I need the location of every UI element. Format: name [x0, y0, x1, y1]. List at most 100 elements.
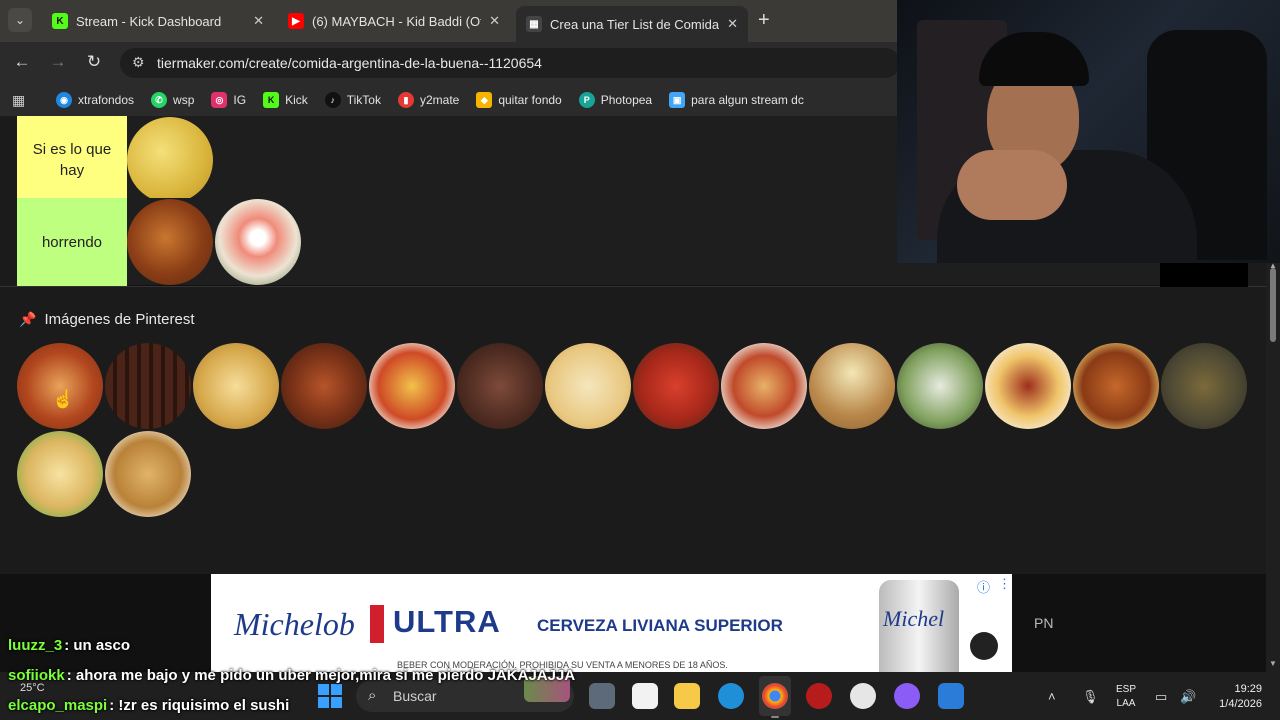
webcam-strip — [1160, 263, 1248, 287]
scrollbar-thumb[interactable] — [1270, 268, 1276, 342]
scroll-down-icon[interactable]: ▼ — [1269, 659, 1277, 668]
chrome-icon[interactable] — [762, 683, 788, 709]
media-player-icon[interactable] — [894, 683, 920, 709]
screen: ⌄ K Stream - Kick Dashboard ✕ ▶ (6) MAYB… — [0, 0, 1280, 720]
bookmark-photopea[interactable]: P Photopea — [578, 92, 653, 108]
search-placeholder: Buscar — [393, 688, 437, 704]
microphone-icon[interactable]: 🎙 — [1082, 689, 1099, 705]
food-fugazza[interactable] — [897, 343, 983, 429]
pushpin-icon: 📌 — [19, 311, 37, 327]
address-bar[interactable]: ⚙ tiermaker.com/create/comida-argentina-… — [120, 48, 900, 78]
ad-container: Michelob ULTRA CERVEZA LIVIANA SUPERIOR … — [0, 574, 1266, 672]
food-rabas[interactable] — [105, 431, 191, 517]
chat-message: elcapo_maspi: !zr es riquisimo el sushi — [8, 697, 289, 714]
bookmark-kick[interactable]: K Kick — [263, 92, 308, 108]
bookmark-label: Photopea — [600, 93, 653, 107]
tier-items — [127, 198, 303, 286]
kick-icon: K — [52, 13, 68, 29]
tier-separator — [0, 286, 1266, 287]
chat-text: : !zr es riquisimo el sushi — [109, 697, 290, 714]
speaker-icon[interactable]: 🔊 — [1180, 689, 1196, 705]
food-asado[interactable] — [105, 343, 191, 429]
food-milanesa-fish[interactable] — [193, 343, 279, 429]
close-icon[interactable]: ✕ — [727, 16, 738, 32]
tab-search-button[interactable]: ⌄ — [8, 8, 32, 32]
file-icon[interactable] — [632, 683, 658, 709]
edge-icon[interactable] — [718, 683, 744, 709]
food-roast-chicken[interactable] — [1073, 343, 1159, 429]
bookmark-tiktok[interactable]: ♪ TikTok — [324, 92, 381, 108]
ad-badge-icon — [970, 632, 998, 660]
tier-label[interactable]: horrendo — [17, 198, 127, 286]
youtube-icon: ▶ — [288, 13, 304, 29]
bookmark-y2mate[interactable]: ▮ y2mate — [397, 92, 460, 108]
tiermaker-icon: ▦ — [526, 16, 542, 32]
bookmark-label: wsp — [173, 93, 195, 107]
ad-tagline: CERVEZA LIVIANA SUPERIOR — [537, 616, 783, 635]
bookmark-label: para algun stream dc — [691, 93, 804, 107]
ad-product-text: ULTRA — [393, 604, 501, 639]
bookmark-label: quitar fondo — [498, 93, 562, 107]
pool-title-text: Imágenes de Pinterest — [44, 311, 195, 328]
image-icon: ▣ — [669, 92, 686, 108]
image-pool — [17, 343, 1257, 517]
food-hot-dog[interactable] — [721, 343, 807, 429]
food-fried-fish[interactable] — [17, 431, 103, 517]
red-app-icon[interactable] — [806, 683, 832, 709]
food-pizza[interactable] — [633, 343, 719, 429]
bookmark-ig[interactable]: ◎ IG — [211, 92, 246, 108]
close-icon[interactable]: ✕ — [253, 13, 264, 29]
back-button[interactable]: ← — [11, 52, 33, 72]
site-info-icon[interactable]: ⚙ — [132, 54, 145, 71]
food-steak[interactable] — [457, 343, 543, 429]
food-sushi[interactable] — [215, 199, 301, 285]
file-explorer-icon[interactable] — [674, 683, 700, 709]
new-tab-button[interactable]: + — [758, 9, 770, 32]
bookmark-label: IG — [233, 93, 247, 107]
task-view-icon[interactable] — [589, 683, 615, 709]
tab-title: Stream - Kick Dashboard — [76, 13, 222, 29]
tab-title: Crea una Tier List de Comida Ar — [550, 16, 720, 32]
chrome-running-indicator — [771, 716, 779, 718]
photos-icon[interactable] — [938, 683, 964, 709]
food-gnocchi[interactable] — [369, 343, 455, 429]
food-fugazzeta[interactable] — [545, 343, 631, 429]
network-icon[interactable]: ▭ — [1155, 689, 1167, 705]
tab-youtube[interactable]: ▶ (6) MAYBACH - Kid Baddi (Offic ✕ — [278, 6, 510, 36]
forward-button[interactable]: → — [47, 52, 69, 72]
tier-label[interactable]: Si es lo que hay — [17, 116, 127, 204]
bookmark-xtrafondos[interactable]: ◉ xtrafondos — [56, 92, 134, 108]
obs-icon[interactable] — [850, 683, 876, 709]
ad-info-icon[interactable]: ⓘ — [977, 577, 990, 596]
bookmark-label: y2mate — [419, 93, 460, 107]
tab-kick-dashboard[interactable]: K Stream - Kick Dashboard ✕ — [42, 6, 274, 36]
windows-start-icon[interactable] — [318, 684, 342, 708]
bookmark-quitar-fondo[interactable]: ◆ quitar fondo — [476, 92, 562, 108]
tab-tiermaker[interactable]: ▦ Crea una Tier List de Comida Ar ✕ — [516, 6, 748, 42]
bookmark-stream-dc[interactable]: ▣ para algun stream dc — [669, 92, 804, 108]
bookmark-label: xtrafondos — [78, 93, 135, 107]
clock-time: 19:29 — [1234, 683, 1262, 695]
reload-button[interactable]: ↻ — [83, 52, 105, 72]
food-lasagna[interactable] — [17, 343, 103, 429]
food-stew-pot[interactable] — [281, 343, 367, 429]
ad-red-flag — [370, 605, 384, 643]
chat-username: elcapo_maspi — [8, 697, 108, 714]
food-meatballs[interactable] — [985, 343, 1071, 429]
food-milanesa-pure[interactable] — [809, 343, 895, 429]
tiktok-icon: ♪ — [324, 92, 341, 108]
language-indicator[interactable]: ESP LAA — [1116, 683, 1136, 711]
food-locro[interactable] — [1161, 343, 1247, 429]
photopea-icon: P — [578, 92, 595, 108]
ad-menu-icon[interactable]: ⋮ — [998, 576, 1011, 592]
michelob-ad-banner[interactable]: Michelob ULTRA CERVEZA LIVIANA SUPERIOR … — [211, 574, 1012, 672]
close-icon[interactable]: ✕ — [489, 13, 500, 29]
bookmark-wsp[interactable]: ✆ wsp — [151, 92, 194, 108]
food-noodles[interactable] — [127, 117, 213, 203]
apps-grid-icon[interactable]: ▦ — [12, 92, 28, 108]
chat-username: luuzz_3 — [8, 637, 63, 654]
clock[interactable]: 19:29 1/4/2026 — [1210, 682, 1262, 712]
food-fried-rice[interactable] — [127, 199, 213, 285]
chevron-up-icon[interactable]: ˄ — [1048, 689, 1056, 704]
chat-text: : un asco — [64, 637, 131, 654]
